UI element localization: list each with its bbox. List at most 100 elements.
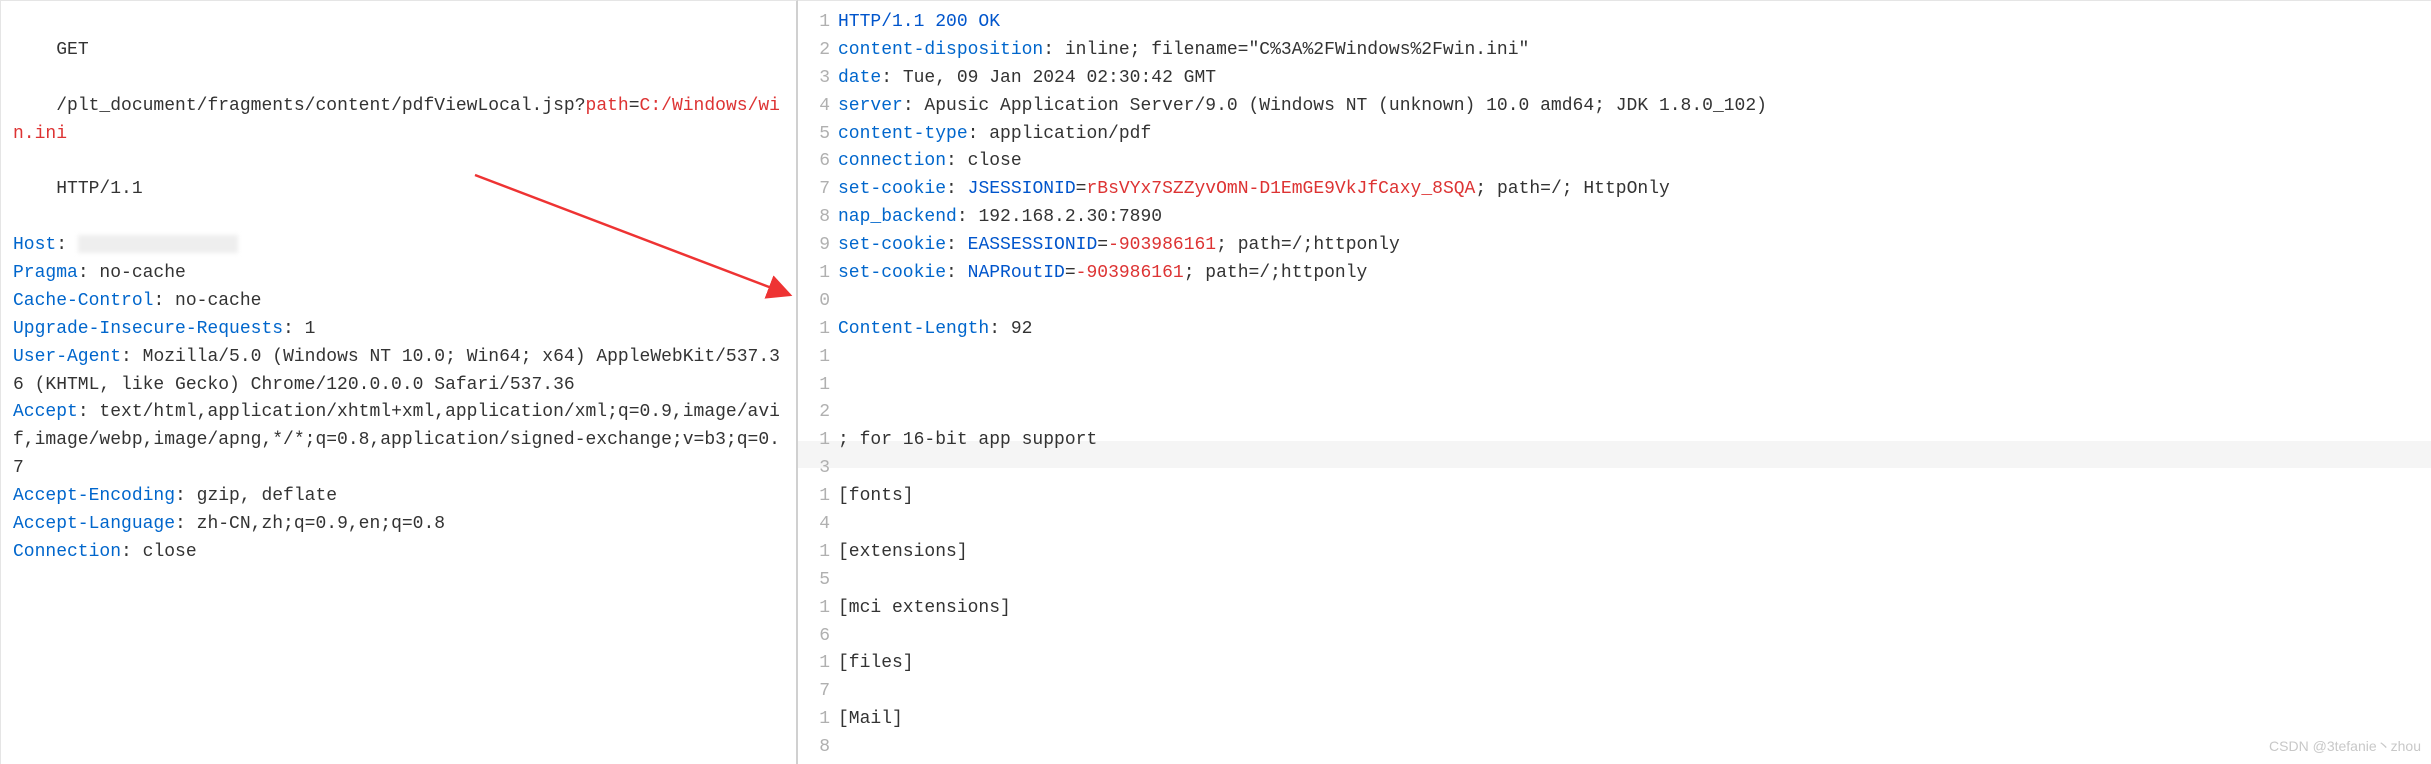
line-number: 10: [810, 260, 838, 316]
header-name: date: [838, 68, 881, 88]
header-value: gzip, deflate: [197, 486, 337, 506]
request-header: Cache-Control: no-cache: [13, 288, 784, 316]
header-value: Tue, 09 Jan 2024 02:30:42 GMT: [903, 68, 1216, 88]
body-text: [Mail]: [838, 709, 903, 729]
request-header: Upgrade-Insecure-Requests: 1: [13, 316, 784, 344]
response-line: 15[extensions]: [810, 539, 2419, 595]
response-line: 8nap_backend: 192.168.2.30:7890: [810, 204, 2419, 232]
request-param-key: path: [586, 96, 629, 116]
header-name: set-cookie: [838, 235, 946, 255]
response-line: 9set-cookie: EASSESSIONID=-903986161; pa…: [810, 232, 2419, 260]
line-number: 7: [810, 176, 838, 204]
line-content: Content-Length: 92: [838, 316, 2419, 372]
line-content: nap_backend: 192.168.2.30:7890: [838, 204, 2419, 232]
response-line: 6connection: close: [810, 148, 2419, 176]
watermark-text: CSDN @3tefanie丶zhou: [2269, 736, 2421, 758]
body-text: [files]: [838, 653, 914, 673]
cookie-name: JSESSIONID: [968, 179, 1076, 199]
line-content: [fonts]: [838, 483, 2419, 539]
header-name: set-cookie: [838, 179, 946, 199]
line-number: 14: [810, 483, 838, 539]
line-number: 5: [810, 121, 838, 149]
header-name: content-type: [838, 124, 968, 144]
line-number: 4: [810, 93, 838, 121]
header-name: Accept-Encoding: [13, 486, 175, 506]
request-path-prefix: /plt_document/fragments/content/pdfViewL…: [56, 96, 585, 116]
header-value: no-cache: [175, 291, 261, 311]
header-value: text/html,application/xhtml+xml,applicat…: [13, 402, 780, 478]
header-name: content-disposition: [838, 40, 1043, 60]
response-line: 1HTTP/1.1 200 OK: [810, 9, 2419, 37]
header-sep: :: [121, 542, 143, 562]
header-value: 192.168.2.30:7890: [978, 207, 1162, 227]
header-value: application/pdf: [989, 124, 1151, 144]
request-header: Host:: [13, 232, 784, 260]
header-value: Apusic Application Server/9.0 (Windows N…: [924, 96, 1767, 116]
line-number: 11: [810, 316, 838, 372]
header-name: Connection: [13, 542, 121, 562]
line-number: 18: [810, 706, 838, 762]
header-name: Upgrade-Insecure-Requests: [13, 319, 283, 339]
line-content: date: Tue, 09 Jan 2024 02:30:42 GMT: [838, 65, 2419, 93]
header-name: User-Agent: [13, 347, 121, 367]
cookie-attrs: ; path=/;httponly: [1216, 235, 1400, 255]
response-line: 14[fonts]: [810, 483, 2419, 539]
header-name: nap_backend: [838, 207, 957, 227]
request-header: Accept-Language: zh-CN,zh;q=0.9,en;q=0.8: [13, 511, 784, 539]
http-method: GET: [56, 40, 88, 60]
line-number: 15: [810, 539, 838, 595]
response-line: 10set-cookie: NAPRoutID=-903986161; path…: [810, 260, 2419, 316]
response-line: 12: [810, 372, 2419, 428]
line-content: content-type: application/pdf: [838, 121, 2419, 149]
header-name: connection: [838, 151, 946, 171]
line-number: 17: [810, 650, 838, 706]
response-line: 13; for 16-bit app support: [810, 427, 2419, 483]
line-content: server: Apusic Application Server/9.0 (W…: [838, 93, 2419, 121]
request-header: Connection: close: [13, 539, 784, 567]
cookie-value: rBsVYx7SZZyvOmN-D1EmGE9VkJfCaxy_8SQA: [1086, 179, 1475, 199]
line-content: set-cookie: EASSESSIONID=-903986161; pat…: [838, 232, 2419, 260]
header-value: no-cache: [99, 263, 185, 283]
redacted-value: [78, 235, 238, 253]
request-http-version: HTTP/1.1: [56, 179, 142, 199]
line-number: 12: [810, 372, 838, 428]
header-name: Host: [13, 235, 56, 255]
cookie-name: EASSESSIONID: [968, 235, 1098, 255]
line-number: 2: [810, 37, 838, 65]
line-content: [extensions]: [838, 539, 2419, 595]
response-pane[interactable]: 1HTTP/1.1 200 OK2content-disposition: in…: [798, 0, 2431, 764]
body-text: [extensions]: [838, 542, 968, 562]
line-content: [mci extensions]: [838, 595, 2419, 651]
body-text: [fonts]: [838, 486, 914, 506]
line-content: connection: close: [838, 148, 2419, 176]
cookie-attrs: ; path=/; HttpOnly: [1475, 179, 1669, 199]
request-header: Accept: text/html,application/xhtml+xml,…: [13, 399, 784, 483]
header-name: Accept-Language: [13, 514, 175, 534]
response-line: 11Content-Length: 92: [810, 316, 2419, 372]
header-sep: :: [153, 291, 175, 311]
response-line: 4server: Apusic Application Server/9.0 (…: [810, 93, 2419, 121]
line-number: 13: [810, 427, 838, 483]
header-value: close: [143, 542, 197, 562]
request-pane[interactable]: GET /plt_document/fragments/content/pdfV…: [0, 0, 798, 764]
header-value: 1: [305, 319, 316, 339]
request-header: User-Agent: Mozilla/5.0 (Windows NT 10.0…: [13, 344, 784, 400]
line-content: ; for 16-bit app support: [838, 427, 2419, 483]
header-name: Accept: [13, 402, 78, 422]
header-value: close: [968, 151, 1022, 171]
header-sep: :: [78, 402, 100, 422]
header-sep: :: [175, 514, 197, 534]
header-value: zh-CN,zh;q=0.9,en;q=0.8: [197, 514, 445, 534]
response-line: 17[files]: [810, 650, 2419, 706]
response-line: 16[mci extensions]: [810, 595, 2419, 651]
line-number: 6: [810, 148, 838, 176]
cookie-value: -903986161: [1108, 235, 1216, 255]
line-number: 3: [810, 65, 838, 93]
cookie-value: -903986161: [1076, 263, 1184, 283]
line-number: 9: [810, 232, 838, 260]
line-content: set-cookie: NAPRoutID=-903986161; path=/…: [838, 260, 2419, 316]
header-sep: :: [78, 263, 100, 283]
header-name: Cache-Control: [13, 291, 153, 311]
line-content: set-cookie: JSESSIONID=rBsVYx7SZZyvOmN-D…: [838, 176, 2419, 204]
line-content: [Mail]: [838, 706, 2419, 762]
